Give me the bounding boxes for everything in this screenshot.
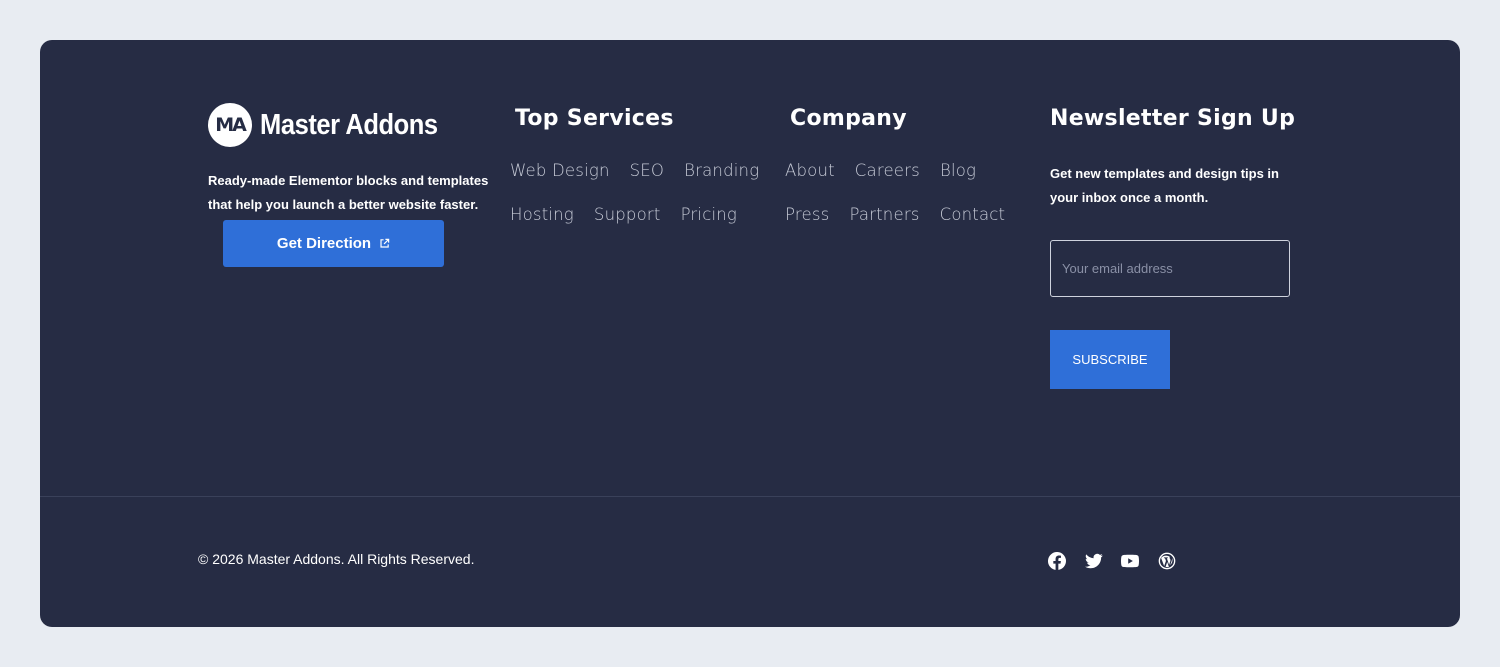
email-field[interactable] [1050, 240, 1290, 297]
youtube-icon [1121, 554, 1139, 568]
company-heading: Company [790, 106, 907, 131]
company-link-careers[interactable]: Careers [855, 161, 920, 180]
services-row: Web Design SEO Branding [510, 148, 779, 192]
company-link-about[interactable]: About [785, 161, 835, 180]
services-link-hosting[interactable]: Hosting [510, 205, 574, 224]
newsletter-text: Get new templates and design tips in you… [1050, 166, 1279, 205]
brand-logo[interactable]: MA Master Addons [208, 103, 462, 147]
company-link-partners[interactable]: Partners [849, 205, 919, 224]
company-links: About Careers Blog Press Partners Contac… [785, 148, 1025, 236]
copyright-text: © 2026 Master Addons. All Rights Reserve… [198, 551, 475, 567]
newsletter-heading: Newsletter Sign Up [1050, 106, 1296, 131]
services-links: Web Design SEO Branding Hosting Support … [510, 148, 779, 236]
subscribe-button[interactable]: SUBSCRIBE [1050, 330, 1170, 389]
get-direction-button[interactable]: Get Direction [223, 220, 444, 267]
company-link-blog[interactable]: Blog [940, 161, 976, 180]
twitter-icon [1084, 553, 1103, 569]
services-link-support[interactable]: Support [594, 205, 661, 224]
site-footer: MA Master Addons Ready-made Elementor bl… [40, 40, 1460, 627]
about-text: Ready-made Elementor blocks and template… [208, 173, 489, 212]
company-row: Press Partners Contact [785, 192, 1025, 236]
company-link-press[interactable]: Press [785, 205, 829, 224]
services-link-web-design[interactable]: Web Design [510, 161, 610, 180]
twitter-link[interactable] [1084, 552, 1103, 570]
company-link-contact[interactable]: Contact [940, 205, 1006, 224]
external-link-icon [380, 238, 390, 248]
services-link-branding[interactable]: Branding [684, 161, 759, 180]
services-link-seo[interactable]: SEO [630, 161, 665, 180]
social-links [1048, 552, 1194, 570]
footer-divider [40, 496, 1460, 497]
brand-name: Master Addons [260, 108, 438, 141]
services-link-pricing[interactable]: Pricing [681, 205, 737, 224]
facebook-link[interactable] [1048, 552, 1066, 570]
services-heading: Top Services [515, 106, 674, 131]
company-row: About Careers Blog [785, 148, 1025, 192]
logo-mark-icon: MA [208, 103, 252, 147]
wordpress-icon [1158, 552, 1175, 570]
youtube-link[interactable] [1121, 552, 1139, 570]
services-row: Hosting Support Pricing [510, 192, 779, 236]
facebook-icon [1048, 552, 1066, 570]
wordpress-link[interactable] [1158, 552, 1176, 570]
get-direction-label: Get Direction [276, 235, 372, 252]
